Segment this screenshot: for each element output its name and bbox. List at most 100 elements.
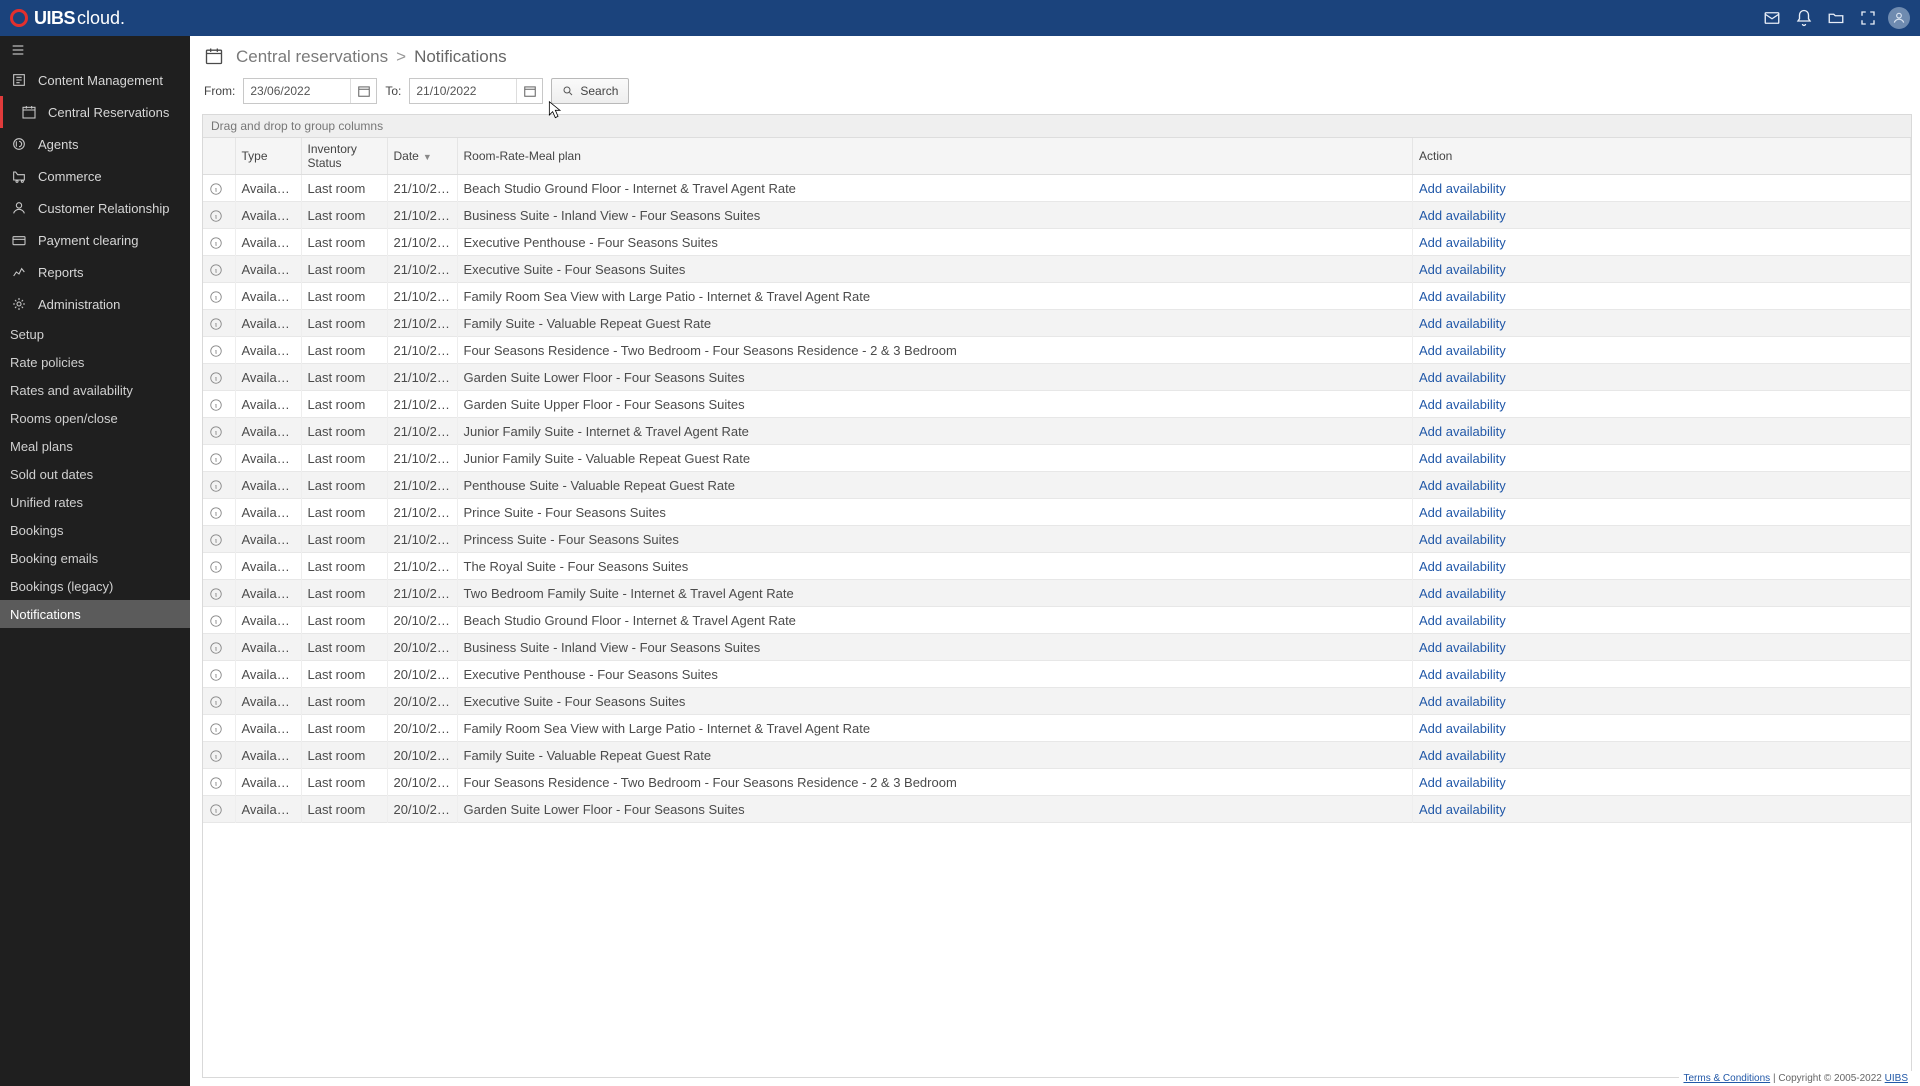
col-header-icon[interactable] bbox=[203, 138, 235, 175]
sub-item-setup[interactable]: Setup bbox=[0, 320, 190, 348]
table-row[interactable]: AvailabilityLast room21/10/2022Executive… bbox=[203, 256, 1911, 283]
col-header-room[interactable]: Room-Rate-Meal plan bbox=[457, 138, 1413, 175]
nav-item-agents[interactable]: Agents bbox=[0, 128, 190, 160]
table-row[interactable]: AvailabilityLast room20/10/2022Business … bbox=[203, 634, 1911, 661]
uibs-link[interactable]: UIBS bbox=[1885, 1073, 1908, 1084]
nav-item-central-reservations[interactable]: Central Reservations bbox=[0, 96, 190, 128]
add-availability-link[interactable]: Add availability bbox=[1413, 580, 1911, 607]
nav-item-content-management[interactable]: Content Management bbox=[0, 64, 190, 96]
add-availability-link[interactable]: Add availability bbox=[1413, 607, 1911, 634]
cell-room: Family Suite - Valuable Repeat Guest Rat… bbox=[457, 310, 1413, 337]
cell-type: Availability bbox=[235, 580, 301, 607]
add-availability-link[interactable]: Add availability bbox=[1413, 337, 1911, 364]
add-availability-link[interactable]: Add availability bbox=[1413, 634, 1911, 661]
add-availability-link[interactable]: Add availability bbox=[1413, 688, 1911, 715]
logo[interactable]: UIBS cloud. bbox=[10, 8, 125, 29]
table-row[interactable]: AvailabilityLast room21/10/2022Four Seas… bbox=[203, 337, 1911, 364]
group-hint[interactable]: Drag and drop to group columns bbox=[203, 115, 1911, 138]
add-availability-link[interactable]: Add availability bbox=[1413, 364, 1911, 391]
add-availability-link[interactable]: Add availability bbox=[1413, 310, 1911, 337]
sub-item-meal-plans[interactable]: Meal plans bbox=[0, 432, 190, 460]
sort-desc-icon: ▼ bbox=[423, 152, 432, 162]
table-row[interactable]: AvailabilityLast room20/10/2022Family Ro… bbox=[203, 715, 1911, 742]
nav-item-administration[interactable]: Administration bbox=[0, 288, 190, 320]
from-date-picker-button[interactable] bbox=[350, 79, 376, 103]
table-row[interactable]: AvailabilityLast room21/10/2022Garden Su… bbox=[203, 391, 1911, 418]
table-row[interactable]: AvailabilityLast room21/10/2022The Royal… bbox=[203, 553, 1911, 580]
cell-inventory: Last room bbox=[301, 499, 387, 526]
fullscreen-icon[interactable] bbox=[1852, 2, 1884, 34]
add-availability-link[interactable]: Add availability bbox=[1413, 715, 1911, 742]
add-availability-link[interactable]: Add availability bbox=[1413, 796, 1911, 823]
table-row[interactable]: AvailabilityLast room21/10/2022Princess … bbox=[203, 526, 1911, 553]
menu-toggle[interactable] bbox=[0, 36, 190, 64]
search-button[interactable]: Search bbox=[551, 78, 629, 104]
add-availability-link[interactable]: Add availability bbox=[1413, 445, 1911, 472]
from-date-input[interactable] bbox=[244, 84, 350, 98]
table-row[interactable]: AvailabilityLast room21/10/2022Family Su… bbox=[203, 310, 1911, 337]
terms-link[interactable]: Terms & Conditions bbox=[1683, 1073, 1770, 1084]
sub-item-rooms-open-close[interactable]: Rooms open/close bbox=[0, 404, 190, 432]
table-row[interactable]: AvailabilityLast room21/10/2022Junior Fa… bbox=[203, 445, 1911, 472]
table-row[interactable]: AvailabilityLast room20/10/2022Executive… bbox=[203, 688, 1911, 715]
col-header-inventory[interactable]: Inventory Status bbox=[301, 138, 387, 175]
to-date-input[interactable] bbox=[410, 84, 516, 98]
cell-icon bbox=[203, 175, 235, 202]
copyright: | Copyright © 2005-2022 bbox=[1770, 1073, 1884, 1084]
cell-date: 21/10/2022 bbox=[387, 580, 457, 607]
table-row[interactable]: AvailabilityLast room20/10/2022Executive… bbox=[203, 661, 1911, 688]
cell-date: 21/10/2022 bbox=[387, 391, 457, 418]
add-availability-link[interactable]: Add availability bbox=[1413, 229, 1911, 256]
sub-item-notifications[interactable]: Notifications bbox=[0, 600, 190, 628]
table-row[interactable]: AvailabilityLast room21/10/2022Business … bbox=[203, 202, 1911, 229]
to-date-picker-button[interactable] bbox=[516, 79, 542, 103]
folder-icon[interactable] bbox=[1820, 2, 1852, 34]
table-row[interactable]: AvailabilityLast room20/10/2022Family Su… bbox=[203, 742, 1911, 769]
nav-item-reports[interactable]: Reports bbox=[0, 256, 190, 288]
add-availability-link[interactable]: Add availability bbox=[1413, 769, 1911, 796]
table-row[interactable]: AvailabilityLast room20/10/2022Garden Su… bbox=[203, 796, 1911, 823]
add-availability-link[interactable]: Add availability bbox=[1413, 283, 1911, 310]
add-availability-link[interactable]: Add availability bbox=[1413, 175, 1911, 202]
table-row[interactable]: AvailabilityLast room21/10/2022Junior Fa… bbox=[203, 418, 1911, 445]
breadcrumb-parent[interactable]: Central reservations bbox=[236, 47, 388, 67]
cell-icon bbox=[203, 229, 235, 256]
add-availability-link[interactable]: Add availability bbox=[1413, 256, 1911, 283]
add-availability-link[interactable]: Add availability bbox=[1413, 391, 1911, 418]
table-row[interactable]: AvailabilityLast room21/10/2022Beach Stu… bbox=[203, 175, 1911, 202]
add-availability-link[interactable]: Add availability bbox=[1413, 553, 1911, 580]
add-availability-link[interactable]: Add availability bbox=[1413, 418, 1911, 445]
sub-item-rates-and-availability[interactable]: Rates and availability bbox=[0, 376, 190, 404]
add-availability-link[interactable]: Add availability bbox=[1413, 499, 1911, 526]
table-row[interactable]: AvailabilityLast room21/10/2022Executive… bbox=[203, 229, 1911, 256]
table-row[interactable]: AvailabilityLast room21/10/2022Garden Su… bbox=[203, 364, 1911, 391]
nav-item-customer-relationship[interactable]: Customer Relationship bbox=[0, 192, 190, 224]
col-header-action[interactable]: Action bbox=[1413, 138, 1911, 175]
sub-item-booking-emails[interactable]: Booking emails bbox=[0, 544, 190, 572]
add-availability-link[interactable]: Add availability bbox=[1413, 472, 1911, 499]
table-row[interactable]: AvailabilityLast room20/10/2022Four Seas… bbox=[203, 769, 1911, 796]
table-row[interactable]: AvailabilityLast room21/10/2022Penthouse… bbox=[203, 472, 1911, 499]
col-header-date[interactable]: Date▼ bbox=[387, 138, 457, 175]
sub-item-bookings-legacy-[interactable]: Bookings (legacy) bbox=[0, 572, 190, 600]
add-availability-link[interactable]: Add availability bbox=[1413, 202, 1911, 229]
cell-room: Junior Family Suite - Valuable Repeat Gu… bbox=[457, 445, 1413, 472]
sub-item-sold-out-dates[interactable]: Sold out dates bbox=[0, 460, 190, 488]
nav-item-payment-clearing[interactable]: Payment clearing bbox=[0, 224, 190, 256]
add-availability-link[interactable]: Add availability bbox=[1413, 661, 1911, 688]
table-row[interactable]: AvailabilityLast room21/10/2022Prince Su… bbox=[203, 499, 1911, 526]
info-icon bbox=[209, 371, 223, 385]
bell-icon[interactable] bbox=[1788, 2, 1820, 34]
table-row[interactable]: AvailabilityLast room21/10/2022Family Ro… bbox=[203, 283, 1911, 310]
sub-item-unified-rates[interactable]: Unified rates bbox=[0, 488, 190, 516]
col-header-type[interactable]: Type bbox=[235, 138, 301, 175]
sub-item-bookings[interactable]: Bookings bbox=[0, 516, 190, 544]
add-availability-link[interactable]: Add availability bbox=[1413, 742, 1911, 769]
add-availability-link[interactable]: Add availability bbox=[1413, 526, 1911, 553]
avatar[interactable] bbox=[1888, 7, 1910, 29]
sub-item-rate-policies[interactable]: Rate policies bbox=[0, 348, 190, 376]
table-row[interactable]: AvailabilityLast room21/10/2022Two Bedro… bbox=[203, 580, 1911, 607]
nav-item-commerce[interactable]: Commerce bbox=[0, 160, 190, 192]
table-row[interactable]: AvailabilityLast room20/10/2022Beach Stu… bbox=[203, 607, 1911, 634]
mail-icon[interactable] bbox=[1756, 2, 1788, 34]
